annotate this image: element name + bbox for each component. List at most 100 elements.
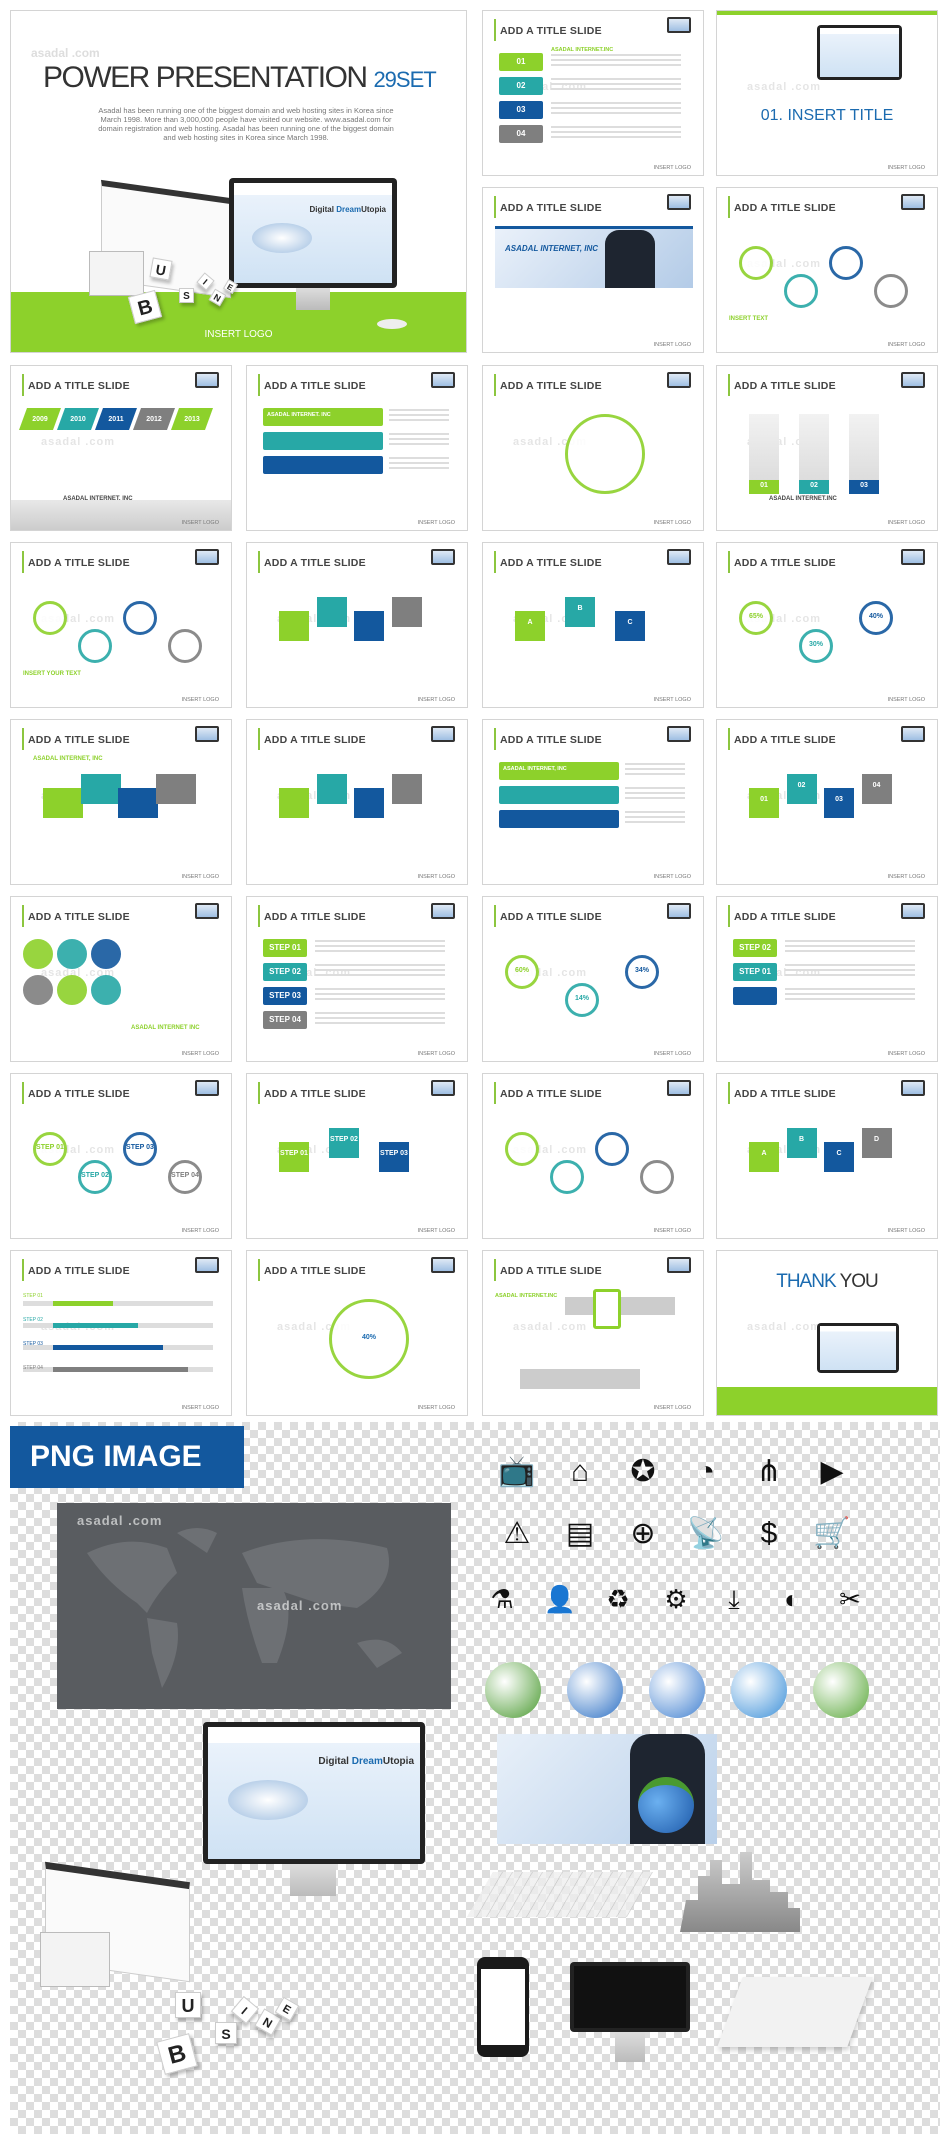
text-line — [625, 792, 685, 794]
slide-thumbnail[interactable]: asadal .com ADD A TITLE SLIDE 01 02 03 ASADAL… — [716, 365, 938, 531]
slide-footer-logo: INSERT LOGO — [653, 165, 691, 171]
monitor-thumbnail-icon — [195, 726, 219, 742]
slide-title: ADD A TITLE SLIDE — [500, 1088, 602, 1100]
slide-thumbnail[interactable]: asadal .com ADD A TITLE SLIDE STEP 02 STEP … — [716, 896, 938, 1062]
slide-thumbnail[interactable]: asadal .com ADD A TITLE SLIDE 65% 30% 40% INS… — [716, 542, 938, 708]
city-image — [680, 1852, 800, 1932]
step-label: STEP 04 — [263, 1011, 307, 1029]
letter-cube: U — [149, 257, 173, 281]
slide-thumbnail[interactable]: asadal .comADD A TITLE SLIDEASADAL INTER… — [482, 187, 704, 353]
title-accent-bar — [728, 905, 730, 927]
block-graphic — [824, 788, 854, 818]
title-accent-bar — [728, 551, 730, 573]
slide-thumbnail[interactable]: asadal .com ADD A TITLE SLIDE INSERT YOUR … — [10, 542, 232, 708]
monitor-thumbnail-icon — [195, 1257, 219, 1273]
section-heading: INSERT YOUR TEXT — [23, 671, 81, 677]
slide-thumbnail[interactable]: asadal .com ADD A TITLE SLIDE INSERT LOGO — [246, 542, 468, 708]
block-label: 2009 — [32, 416, 48, 423]
title-accent-bar — [258, 905, 260, 927]
slide-thumbnail[interactable]: asadal .comADD A TITLE SLIDEASADAL INTER… — [10, 896, 232, 1062]
block-graphic — [515, 611, 545, 641]
title-accent-bar — [22, 1082, 24, 1104]
slide-thumbnail[interactable]: asadal .com ADD A TITLE SLIDE A B C D INSERT L… — [716, 1073, 938, 1239]
monitor-thumbnail-icon — [901, 372, 925, 388]
slide-footer-logo: INSERT LOGO — [653, 874, 691, 880]
slide-body: INSERT TEXT — [729, 226, 927, 338]
slide-thumbnail[interactable]: asadal .comADD A TITLE SLIDEASADAL INTER… — [10, 719, 232, 885]
monitor-thumbnail-icon — [901, 1080, 925, 1096]
slide-title: ADD A TITLE SLIDE — [264, 1265, 366, 1277]
text-line — [315, 950, 445, 952]
circle-label: 30% — [808, 641, 823, 648]
mousepad-map-image — [717, 1977, 873, 2047]
text-line — [785, 969, 915, 971]
slide-thumbnail[interactable]: asadal .com ADD A TITLE SLIDE INSERT LOGO — [482, 365, 704, 531]
circle-graphic — [123, 601, 157, 635]
slide-thumbnail[interactable]: asadal .comADD A TITLE SLIDESTEP 01STEP … — [10, 1073, 232, 1239]
text-line — [315, 974, 445, 976]
circle-label: STEP 01 — [36, 1144, 64, 1151]
monitor-thumbnail-icon — [667, 17, 691, 33]
text-line — [551, 54, 681, 56]
title-accent-bar — [494, 19, 496, 41]
slide-thumbnail[interactable]: asadal .com ADD A TITLE SLIDE 60% 14% 34% INS… — [482, 896, 704, 1062]
slide-thumbnail[interactable]: asadal .com ADD A TITLE SLIDE INSERT TEXT I… — [716, 187, 938, 353]
step-label: STEP 01 — [263, 939, 307, 957]
letter-cube: S — [179, 288, 194, 303]
slide-thumbnail[interactable]: asadal .comADD A TITLE SLIDESTEP 01STEP … — [246, 1073, 468, 1239]
text-line — [785, 988, 915, 990]
circle-graphic — [550, 1160, 584, 1194]
slide-body: ASADAL INTERNET INC — [23, 935, 221, 1047]
slide-thumbnail[interactable]: asadal .com ADD A TITLE SLIDE 01 02 03 04 INSE… — [716, 719, 938, 885]
slide-title: ADD A TITLE SLIDE — [500, 1265, 602, 1277]
text-line — [389, 462, 449, 464]
text-line — [625, 816, 685, 818]
step-label — [499, 786, 619, 804]
cover-slide[interactable]: asadal .com POWER PRESENTATION 29SET Asa… — [10, 10, 467, 353]
slide-thumbnail[interactable]: asadal .comADD A TITLE SLIDEASADAL INTER… — [482, 719, 704, 885]
step-label: STEP 04 — [23, 1365, 43, 1371]
slide-thumbnail[interactable]: asadal .comADD A TITLE SLIDESTEP 01STEP … — [246, 896, 468, 1062]
block-label: 2012 — [146, 416, 162, 423]
slide-thumbnail[interactable]: asadal .com ADD A TITLE SLIDE INSERT LOGO — [482, 1073, 704, 1239]
block-label: C — [627, 619, 633, 626]
slide-title: ADD A TITLE SLIDE — [734, 380, 836, 392]
home-icon: ⌂ — [570, 1455, 590, 1488]
title-accent-bar — [728, 1082, 730, 1104]
monitor-image — [817, 1323, 899, 1373]
cover-title: POWER PRESENTATION 29SET — [43, 61, 437, 94]
insert-logo: INSERT LOGO — [204, 329, 273, 340]
circle-label: 40% — [361, 1334, 376, 1341]
section-heading: INSERT TEXT — [729, 316, 769, 322]
section-heading: ASADAL INTERNET, INC — [33, 756, 103, 762]
slide-thumbnail[interactable]: asadal .com ADD A TITLE SLIDE 01 02 03 04 ASAD… — [482, 10, 704, 176]
slide-thumbnail[interactable]: asadal .com ADD A TITLE SLIDE 2009 2010 2011… — [10, 365, 232, 531]
block-label: 01 — [760, 796, 768, 803]
text-line — [315, 940, 445, 942]
slide-body: STEP 01 STEP 02 STEP 03 STEP 04 — [23, 1289, 221, 1401]
section-heading: ASADAL INTERNET.INC — [551, 47, 614, 53]
rss-icon: ◔ — [696, 1455, 716, 1488]
block-label: 01 — [760, 482, 768, 489]
monitor-thumbnail-icon — [667, 194, 691, 210]
slide-thumbnail[interactable]: asadal .com ADD A TITLE SLIDE 40% INSERT LO… — [246, 1250, 468, 1416]
slide-thumbnail[interactable]: asadal .com ADD A TITLE SLIDE A B C INSERT LO… — [482, 542, 704, 708]
slide-thumbnail[interactable]: asadal .comADD A TITLE SLIDEASADAL INTER… — [246, 365, 468, 531]
block-label: 04 — [872, 782, 881, 789]
slide-thumbnail[interactable]: asadal .com THANK YOU — [716, 1250, 938, 1416]
slide-body: 01 02 03 04 — [729, 758, 927, 870]
slide-body: A B C — [495, 581, 693, 693]
slide-thumbnail[interactable]: asadal .com 01. INSERT TITLE INSERT LOGO — [716, 10, 938, 176]
block-graphic — [786, 774, 817, 804]
block-graphic — [316, 774, 347, 804]
circle-label: STEP 04 — [171, 1172, 199, 1179]
download-icon: ⤓ — [728, 1584, 740, 1614]
slide-thumbnail[interactable]: asadal .comADD A TITLE SLIDEASADAL INTER… — [482, 1250, 704, 1416]
slide-thumbnail[interactable]: asadal .com ADD A TITLE SLIDE INSERT LOGO — [246, 719, 468, 885]
slide-thumbnail[interactable]: asadal .comADD A TITLE SLIDESTEP 01STEP … — [10, 1250, 232, 1416]
cart-icon: 🛒 — [813, 1517, 851, 1550]
slide-footer-logo: INSERT LOGO — [653, 342, 691, 348]
title-accent-bar — [258, 374, 260, 396]
slide-body: 65% 30% 40% — [729, 581, 927, 693]
title-accent-bar — [494, 374, 496, 396]
